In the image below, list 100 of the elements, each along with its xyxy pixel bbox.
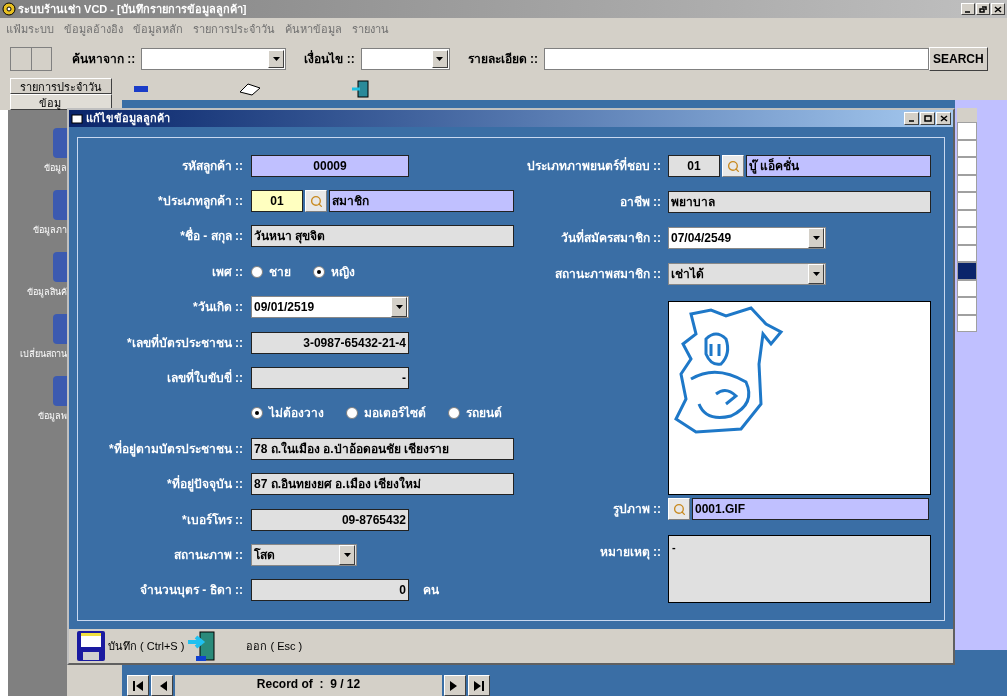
code-field[interactable]: 01 bbox=[668, 155, 720, 177]
previous-record-icon[interactable] bbox=[151, 675, 173, 696]
disc-icon bbox=[2, 2, 16, 16]
number-field[interactable]: 0 bbox=[251, 579, 409, 602]
grid-row[interactable] bbox=[957, 157, 977, 175]
magnifier-icon bbox=[672, 502, 686, 516]
dropdown-caret-icon[interactable] bbox=[808, 264, 824, 284]
date-combobox[interactable]: 09/01/2519 bbox=[251, 296, 409, 319]
search-from-label: ค้นหาจาก :: bbox=[72, 51, 136, 68]
detail-field[interactable] bbox=[544, 48, 929, 70]
module-icon bbox=[53, 128, 67, 158]
dropdown-caret-icon[interactable] bbox=[808, 228, 824, 248]
module-icon bbox=[53, 314, 67, 344]
search-lookup-button[interactable] bbox=[305, 190, 327, 213]
next-record-icon[interactable] bbox=[444, 675, 466, 696]
number-field[interactable]: 3-0987-65432-21-4 bbox=[251, 331, 409, 354]
sidebar-item[interactable]: ข้อมูลพ bbox=[38, 376, 67, 430]
window-icon bbox=[71, 112, 83, 125]
field-label: *วันเกิด :: bbox=[193, 300, 243, 315]
magnifier-icon bbox=[309, 194, 323, 208]
module-icon bbox=[53, 190, 67, 220]
grid-row[interactable] bbox=[957, 297, 977, 315]
field-label: ประเภทภาพยนตร์ที่ชอบ :: bbox=[526, 159, 661, 173]
field-label: หมายเหตุ :: bbox=[599, 545, 661, 559]
close-icon[interactable] bbox=[936, 112, 951, 125]
detail-label: รายละเอียด :: bbox=[467, 51, 538, 68]
dropdown-caret-icon[interactable] bbox=[431, 50, 448, 68]
radio-option[interactable]: มอเตอร์ไซต์ bbox=[346, 404, 426, 423]
unit-label: คน bbox=[423, 582, 439, 600]
text-field[interactable]: 87 ถ.อินทยงยศ อ.เมือง เชียงใหม่ bbox=[251, 473, 514, 496]
last-record-icon[interactable] bbox=[468, 675, 490, 696]
side-tab[interactable]: ข้อมู bbox=[10, 94, 112, 110]
exit-button[interactable]: ออก ( Esc ) bbox=[246, 637, 303, 655]
search-lookup-button[interactable] bbox=[668, 498, 690, 520]
restore-icon[interactable] bbox=[976, 3, 990, 15]
radio-option[interactable]: ไม่ต้องวาง bbox=[251, 404, 324, 423]
toolbar-icon[interactable] bbox=[352, 80, 370, 98]
code-field[interactable]: 00009 bbox=[251, 154, 409, 177]
grid-header bbox=[957, 108, 977, 122]
field-label: จำนวนบุตร - ธิดา :: bbox=[140, 583, 243, 598]
code-field[interactable]: 01 bbox=[251, 190, 303, 213]
field-label: รูปภาพ :: bbox=[612, 502, 661, 516]
field-label: สถานะภาพ :: bbox=[173, 548, 243, 562]
field-label: เลขที่ใบขับขี่ :: bbox=[166, 371, 243, 386]
condition-combobox[interactable] bbox=[360, 48, 450, 70]
toolbar-button-group[interactable] bbox=[10, 47, 52, 71]
dropdown-caret-icon[interactable] bbox=[391, 297, 407, 318]
text-field[interactable]: พยาบาล bbox=[668, 191, 931, 213]
memo-field[interactable]: - bbox=[668, 535, 931, 603]
field-label: เพศ :: bbox=[211, 264, 243, 279]
maximize-icon[interactable] bbox=[920, 112, 935, 125]
sidebar-item[interactable]: ข้อมูลสินค้ bbox=[27, 252, 67, 306]
sidebar-item[interactable]: ข้อมูล bbox=[44, 128, 67, 182]
field-label: *ชื่อ - สกุล :: bbox=[180, 229, 243, 244]
text-field[interactable]: วันหนา สุขจิต bbox=[251, 225, 514, 248]
number-field[interactable]: 09-8765432 bbox=[251, 508, 409, 531]
file-name-field[interactable]: 0001.GIF bbox=[692, 498, 929, 520]
grid-row[interactable] bbox=[957, 262, 977, 280]
condition-label: เงื่อนไข :: bbox=[304, 50, 355, 68]
name-field[interactable]: สมาชิก bbox=[329, 190, 514, 213]
close-icon[interactable] bbox=[991, 3, 1005, 15]
first-record-icon[interactable] bbox=[127, 675, 149, 696]
save-button[interactable]: บันทึก ( Ctrl+S ) bbox=[77, 631, 185, 661]
search-button[interactable]: SEARCH bbox=[929, 47, 988, 71]
search-lookup-button[interactable] bbox=[722, 155, 744, 177]
name-field[interactable]: บู๊ แอ็คชั่น bbox=[746, 155, 931, 177]
field-label: *ประเภทลูกค้า :: bbox=[158, 194, 243, 209]
module-icon bbox=[53, 252, 67, 282]
sidebar-item[interactable]: ข้อมูลภา bbox=[33, 190, 67, 244]
field-label: วันที่สมัครสมาชิก :: bbox=[560, 231, 661, 245]
dropdown-caret-icon[interactable] bbox=[268, 50, 285, 68]
minimize-icon[interactable] bbox=[961, 3, 975, 15]
field-label: อาชีพ :: bbox=[619, 195, 661, 209]
grid-row[interactable] bbox=[957, 122, 977, 140]
side-tab[interactable]: รายการประจำวัน bbox=[10, 78, 112, 94]
sidebar-item[interactable]: เปลี่ยนสถาน bbox=[20, 314, 67, 368]
radio-option[interactable]: รถยนต์ bbox=[448, 404, 502, 423]
search-from-combobox[interactable] bbox=[141, 48, 287, 70]
field-label: *ที่อยู่ปัจจุบัน :: bbox=[167, 477, 243, 492]
record-indicator: Record of : 9 / 12 bbox=[175, 675, 442, 696]
field-label: สถานะภาพสมาชิก :: bbox=[554, 267, 661, 281]
dialog-title: แก้ไขข้อมูลลูกค้า bbox=[86, 111, 171, 127]
window-title: ระบบร้านเช่า VCD - [บันทึกรายการข้อมูลลูกค้า] bbox=[18, 1, 248, 18]
select-combobox[interactable]: เช่าได้ bbox=[668, 263, 826, 285]
text-field[interactable]: 78 ถ.ในเมือง อ.ป่าอ้อดอนชัย เชียงราย bbox=[251, 437, 514, 460]
minimize-icon[interactable] bbox=[904, 112, 919, 125]
field-label: *เลขที่บัตรประชาชน :: bbox=[127, 335, 243, 350]
select-combobox[interactable]: โสด bbox=[251, 544, 357, 566]
field-label: *เบอร์โทร :: bbox=[182, 512, 243, 527]
radio-option[interactable]: ชาย bbox=[251, 262, 291, 281]
grid-row[interactable] bbox=[957, 227, 977, 245]
grid-row[interactable] bbox=[957, 192, 977, 210]
radio-option[interactable]: หญิง bbox=[313, 262, 355, 281]
toolbar-icon[interactable] bbox=[238, 82, 262, 96]
date-combobox[interactable]: 07/04/2549 bbox=[668, 227, 826, 249]
dropdown-caret-icon[interactable] bbox=[339, 545, 355, 565]
magnifier-icon bbox=[726, 159, 740, 173]
field-label: *ที่อยู่ตามบัตรประชาชน :: bbox=[109, 441, 243, 456]
number-field[interactable]: - bbox=[251, 367, 409, 390]
module-icon bbox=[53, 376, 67, 406]
